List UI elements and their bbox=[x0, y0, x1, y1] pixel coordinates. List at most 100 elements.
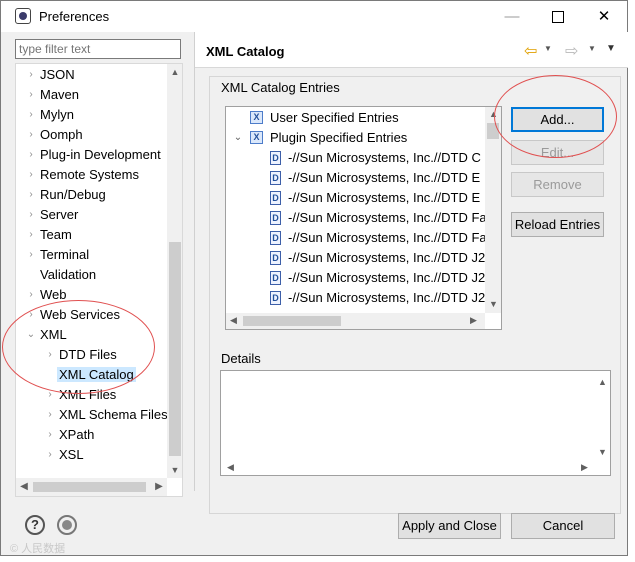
dtd-entry-label: -//Sun Microsystems, Inc.//DTD Fa bbox=[288, 230, 487, 245]
back-dropdown-icon[interactable]: ▼ bbox=[544, 44, 552, 53]
tree-item-label: JSON bbox=[40, 67, 75, 82]
tree-scroll-thumb[interactable] bbox=[169, 242, 181, 456]
tree-item-label: Validation bbox=[40, 267, 97, 282]
chevron-right-icon[interactable]: › bbox=[25, 146, 37, 164]
dtd-file-icon: D bbox=[270, 291, 281, 305]
tree-item-label: Plugin Specified Entries bbox=[270, 130, 408, 145]
chevron-right-icon[interactable]: › bbox=[25, 286, 37, 304]
catalog-entries-label: XML Catalog Entries bbox=[221, 80, 340, 95]
tree-vertical-scrollbar[interactable]: ▲ ▼ bbox=[167, 64, 182, 478]
dtd-entry-label: -//Sun Microsystems, Inc.//DTD E bbox=[288, 190, 481, 205]
tree-item-label: XML Schema Files bbox=[59, 407, 168, 422]
maximize-icon bbox=[552, 11, 564, 24]
tree-item-label: Server bbox=[40, 207, 79, 222]
chevron-right-icon[interactable]: › bbox=[25, 66, 37, 84]
tree-item[interactable]: › Remote Systems bbox=[29, 166, 139, 184]
scroll-left-arrow[interactable]: ◀ bbox=[230, 315, 237, 326]
tree-item[interactable]: › Oomph bbox=[29, 126, 83, 144]
entries-vertical-scrollbar[interactable]: ▲ ▼ bbox=[485, 107, 501, 313]
maximize-button[interactable] bbox=[535, 1, 581, 32]
tree-item[interactable]: › Maven bbox=[29, 86, 80, 104]
reload-entries-button[interactable]: Reload Entries bbox=[511, 212, 604, 237]
page-title: XML Catalog bbox=[206, 44, 285, 59]
scroll-down-arrow[interactable]: ▼ bbox=[489, 299, 498, 309]
tree-item[interactable]: › XML Schema Files bbox=[48, 406, 168, 424]
dtd-file-icon: D bbox=[270, 171, 281, 185]
apply-and-close-button[interactable]: Apply and Close bbox=[398, 513, 501, 539]
dtd-entry-label: -//Sun Microsystems, Inc.//DTD J2 bbox=[288, 250, 486, 265]
tree-item[interactable]: › Terminal bbox=[29, 246, 89, 264]
tree-horizontal-scrollbar[interactable]: ◀ ▶ bbox=[16, 478, 167, 496]
tree-item-label: Maven bbox=[40, 87, 80, 102]
dtd-file-icon: D bbox=[270, 231, 281, 245]
chevron-right-icon[interactable]: › bbox=[25, 86, 37, 104]
tree-item-label: Plug-in Development bbox=[40, 147, 161, 162]
tree-item[interactable]: › XPath bbox=[48, 426, 95, 444]
dtd-entry-label: -//Sun Microsystems, Inc.//DTD J2 bbox=[288, 290, 486, 305]
tree-item[interactable]: › JSON bbox=[29, 66, 75, 84]
scroll-down-arrow[interactable]: ▼ bbox=[598, 447, 607, 457]
tree-item[interactable]: › Run/Debug bbox=[29, 186, 106, 204]
chevron-right-icon[interactable]: › bbox=[25, 206, 37, 224]
entries-hscroll-thumb[interactable] bbox=[243, 316, 341, 326]
chevron-right-icon[interactable]: › bbox=[25, 246, 37, 264]
dtd-file-icon: D bbox=[270, 151, 281, 165]
tree-item-label: User Specified Entries bbox=[270, 110, 399, 125]
dtd-file-icon: D bbox=[270, 271, 281, 285]
cancel-button[interactable]: Cancel bbox=[511, 513, 615, 539]
tree-item[interactable]: Validation bbox=[40, 266, 96, 284]
annotation-circle-xml-catalog bbox=[2, 300, 155, 394]
dtd-entry-label: -//Sun Microsystems, Inc.//DTD J2 bbox=[288, 270, 486, 285]
chevron-right-icon[interactable]: › bbox=[44, 406, 56, 424]
remove-button[interactable]: Remove bbox=[511, 172, 604, 197]
help-icon[interactable]: ? bbox=[25, 515, 45, 535]
filter-input[interactable] bbox=[15, 39, 181, 59]
dtd-file-icon: D bbox=[270, 251, 281, 265]
scroll-up-arrow[interactable]: ▲ bbox=[598, 377, 607, 387]
tree-item[interactable]: › XSL bbox=[48, 446, 84, 464]
chevron-right-icon[interactable]: › bbox=[25, 186, 37, 204]
details-area: ▲ ▼ ◀ ▶ bbox=[220, 370, 611, 476]
scroll-up-arrow[interactable]: ▲ bbox=[167, 64, 182, 80]
dtd-file-icon: D bbox=[270, 191, 281, 205]
tree-hscroll-thumb[interactable] bbox=[33, 482, 146, 492]
scroll-left-arrow[interactable]: ◀ bbox=[16, 478, 32, 496]
window-title: Preferences bbox=[39, 9, 110, 24]
record-icon[interactable] bbox=[57, 515, 77, 535]
view-menu-icon[interactable]: ▼ bbox=[606, 43, 616, 54]
chevron-right-icon[interactable]: › bbox=[44, 426, 56, 444]
tree-item[interactable]: › Server bbox=[29, 206, 79, 224]
chevron-right-icon[interactable]: › bbox=[25, 226, 37, 244]
chevron-right-icon[interactable]: › bbox=[25, 126, 37, 144]
catalog-entries-tree: X User Specified Entries ⌄ X Plugin Spec… bbox=[225, 106, 502, 330]
dtd-file-icon: D bbox=[270, 211, 281, 225]
scroll-right-arrow[interactable]: ▶ bbox=[581, 462, 588, 473]
tree-item-label: Team bbox=[40, 227, 72, 242]
tree-item[interactable]: › Plug-in Development bbox=[29, 146, 161, 164]
chevron-right-icon[interactable]: › bbox=[25, 166, 37, 184]
forward-dropdown-icon[interactable]: ▼ bbox=[588, 44, 596, 53]
tree-item-label: XSL bbox=[59, 447, 84, 462]
scroll-left-arrow[interactable]: ◀ bbox=[227, 462, 234, 473]
scroll-down-arrow[interactable]: ▼ bbox=[167, 462, 182, 478]
minimize-button[interactable]: — bbox=[489, 1, 535, 32]
close-button[interactable]: ✕ bbox=[581, 1, 627, 32]
chevron-right-icon[interactable]: › bbox=[25, 106, 37, 124]
tree-item-label: XPath bbox=[59, 427, 95, 442]
catalog-icon: X bbox=[250, 111, 263, 124]
forward-arrow-icon[interactable]: ⇨ bbox=[565, 41, 578, 61]
back-arrow-icon[interactable]: ⇦ bbox=[524, 41, 537, 61]
details-label: Details bbox=[221, 351, 261, 366]
chevron-right-icon[interactable]: › bbox=[44, 446, 56, 464]
chevron-down-icon[interactable]: ⌄ bbox=[232, 129, 244, 147]
tree-item[interactable]: › Mylyn bbox=[29, 106, 74, 124]
scroll-right-arrow[interactable]: ▶ bbox=[151, 478, 167, 496]
catalog-icon: X bbox=[250, 131, 263, 144]
tree-item[interactable]: › Team bbox=[29, 226, 72, 244]
tree-item-label: Oomph bbox=[40, 127, 83, 142]
entries-horizontal-scrollbar[interactable]: ◀ ▶ bbox=[226, 313, 485, 329]
dtd-entry-label: -//Sun Microsystems, Inc.//DTD E bbox=[288, 170, 481, 185]
scroll-right-arrow[interactable]: ▶ bbox=[470, 315, 477, 326]
annotation-circle-add-button bbox=[494, 75, 617, 158]
tree-item-label: Run/Debug bbox=[40, 187, 106, 202]
